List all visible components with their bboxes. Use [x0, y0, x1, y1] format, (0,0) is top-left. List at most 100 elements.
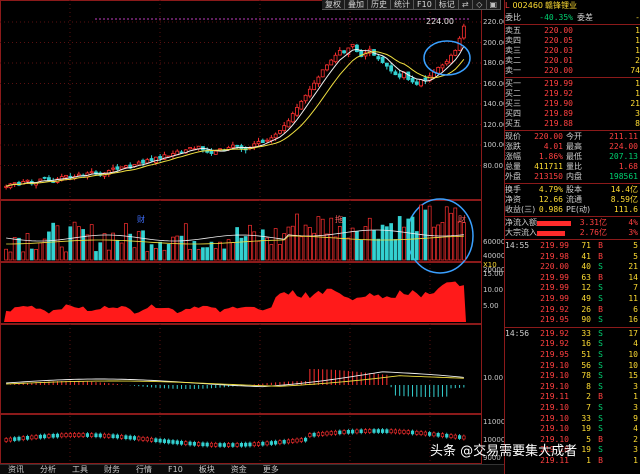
stat-value: 0.986 — [538, 205, 563, 214]
stock-header[interactable]: L 002460 赣锋锂业 — [505, 0, 640, 13]
candle-body — [440, 64, 445, 69]
toolbar-button-7[interactable]: ◇ — [472, 0, 487, 10]
kline-chart-svg[interactable]: 财拖财45678 — [0, 0, 482, 474]
bottom-tab-0[interactable]: 资讯 — [0, 465, 32, 474]
volume-bar — [286, 226, 291, 261]
toolbar-button-0[interactable]: 复权 — [322, 0, 345, 10]
bottom-tab-3[interactable]: 财务 — [96, 465, 128, 474]
toolbar-button-1[interactable]: 叠加 — [345, 0, 368, 10]
tick-row[interactable]: 219.10 56 S 10 — [505, 361, 640, 372]
volume-bar — [436, 224, 441, 261]
tick-row[interactable]: 219.10 19 S 4 — [505, 424, 640, 435]
tick-time — [505, 371, 535, 382]
tick-row[interactable]: 219.92 26 B 6 — [505, 305, 640, 316]
candle-body — [209, 150, 214, 154]
bottom-tab-7[interactable]: 资金 — [223, 465, 255, 474]
tick-row[interactable]: 219.10 78 S 15 — [505, 371, 640, 382]
volume-bar — [218, 241, 222, 261]
tick-volume: 12 — [581, 283, 591, 293]
ask-row[interactable]: 卖三 220.03 1 — [505, 46, 640, 56]
tick-volume: 19 — [581, 424, 591, 434]
bid-row[interactable]: 买一 219.99 1 — [505, 79, 640, 89]
index-candle-body — [406, 430, 410, 434]
bid-row[interactable]: 买四 219.89 3 — [505, 109, 640, 119]
tick-count: 5 — [633, 251, 638, 261]
event-marker: 财 — [458, 214, 466, 224]
ask-row[interactable]: 卖二 220.01 2 — [505, 56, 640, 66]
index-candle-body — [423, 431, 427, 436]
bid-row[interactable]: 买五 219.88 8 — [505, 119, 640, 129]
price-tick-label: 80.00 — [483, 161, 504, 170]
index-candle-body — [316, 432, 320, 437]
toolbar-button-3[interactable]: 统计 — [391, 0, 414, 10]
tick-row[interactable]: 219.99 12 S 7 — [505, 283, 640, 294]
volume-bar — [333, 236, 338, 261]
index-candle-body — [21, 436, 25, 441]
stat-label: 换手 — [505, 185, 521, 194]
index-candle-body — [4, 438, 8, 442]
tick-row[interactable]: 219.95 51 S 10 — [505, 350, 640, 361]
tick-volume: 49 — [581, 293, 591, 303]
macd-tick-label: 10.00 — [483, 374, 504, 382]
toolbar-button-2[interactable]: 历史 — [368, 0, 391, 10]
tick-volume: 2 — [586, 392, 591, 402]
money-flow-row: 净流入额 3.31亿 4% — [505, 218, 640, 228]
toolbar-button-8[interactable]: ▣ — [486, 0, 501, 10]
tick-row[interactable]: 14:55 219.99 71 B 5 — [505, 241, 640, 252]
tick-row[interactable]: 219.10 7 S 3 — [505, 403, 640, 414]
tick-row[interactable]: 14:56 219.92 33 S 17 — [505, 329, 640, 340]
tick-row[interactable]: 219.99 63 B 14 — [505, 273, 640, 284]
index-candle-body — [333, 430, 338, 435]
ask-row[interactable]: 卖五 220.00 1 — [505, 26, 640, 36]
stat-label: 最低 — [566, 152, 582, 161]
toolbar-button-4[interactable]: F10 — [414, 0, 436, 10]
stat-label: 流通 — [566, 195, 582, 204]
bottom-tab-1[interactable]: 分析 — [32, 465, 64, 474]
money-flow-bar — [537, 230, 565, 236]
tick-row[interactable]: 219.99 49 S 11 — [505, 294, 640, 305]
stat-label: 净资 — [505, 195, 521, 204]
bottom-tab-5[interactable]: F10 — [160, 465, 191, 474]
tick-side: S — [598, 328, 603, 338]
annotation-circle-price — [423, 40, 471, 76]
tick-row[interactable]: 220.00 40 S 21 — [505, 262, 640, 273]
tick-row[interactable]: 219.10 33 S 9 — [505, 414, 640, 425]
ask-row[interactable]: 卖四 220.05 1 — [505, 36, 640, 46]
toolbar-button-6[interactable]: ⇄ — [458, 0, 473, 10]
tick-count: 16 — [628, 315, 638, 325]
ask-row[interactable]: 卖一 220.00 74 — [505, 66, 640, 76]
tick-row[interactable]: 219.92 16 S 4 — [505, 339, 640, 350]
bottom-tab-2[interactable]: 工具 — [64, 465, 96, 474]
tick-price: 219.10 — [540, 381, 569, 391]
index-candle-body — [278, 440, 282, 445]
kline-chart-area[interactable]: 财拖财45678 224.00 — [0, 0, 504, 474]
tick-time — [505, 350, 535, 361]
tick-row[interactable]: 219.98 41 B 5 — [505, 252, 640, 263]
tick-count: 9 — [633, 413, 638, 423]
bid-label: 买一 — [505, 79, 521, 88]
tick-time — [505, 294, 535, 305]
tick-row[interactable]: 219.10 8 S 3 — [505, 382, 640, 393]
stat-row: 换手 4.79% 股本 14.4亿 — [505, 185, 640, 195]
index-candle-body — [120, 435, 124, 439]
index-candle-body — [102, 433, 107, 438]
bid-row[interactable]: 买三 219.90 21 — [505, 99, 640, 109]
volume-bar — [77, 226, 81, 261]
candle-body — [153, 156, 158, 163]
bottom-tab-4[interactable]: 行情 — [128, 465, 160, 474]
index-candle-body — [239, 442, 243, 447]
tick-count: 17 — [628, 328, 638, 338]
tick-row[interactable]: 219.95 90 S 16 — [505, 315, 640, 326]
index-candle-body — [256, 442, 261, 446]
tick-count: 6 — [633, 304, 638, 314]
tick-row[interactable]: 219.11 2 B 1 — [505, 392, 640, 403]
bid-row[interactable]: 买二 219.92 1 — [505, 89, 640, 99]
toolbar-button-5[interactable]: 标记 — [435, 0, 459, 10]
bottom-tab-8[interactable]: 更多 — [255, 465, 287, 474]
index-candle-body — [162, 439, 166, 443]
volume-bar — [222, 248, 227, 261]
candle-body — [188, 147, 192, 150]
bottom-tab-6[interactable]: 板块 — [191, 465, 223, 474]
tick-list-1455[interactable]: 14:55 219.99 71 B 5 219.98 41 B 5 220.00 40 S 21 219.… — [505, 241, 640, 326]
candle-body — [230, 144, 235, 148]
